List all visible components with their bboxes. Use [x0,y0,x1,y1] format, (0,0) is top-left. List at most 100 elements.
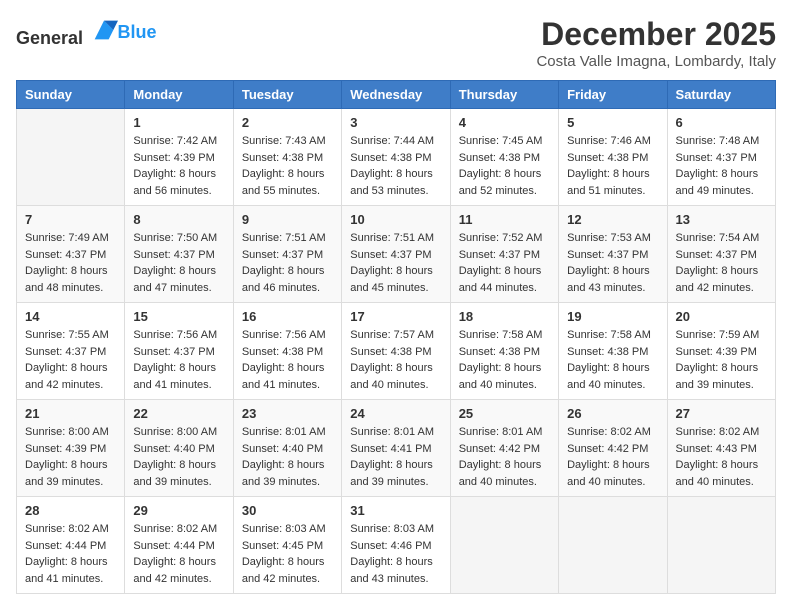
sunrise-text: Sunrise: 7:50 AM [133,232,217,244]
sunset-text: Sunset: 4:37 PM [350,249,431,261]
daylight-text: Daylight: 8 hours and 39 minutes. [25,459,108,488]
calendar-table: SundayMondayTuesdayWednesdayThursdayFrid… [16,80,776,594]
day-number: 4 [459,115,550,130]
calendar-cell: 24 Sunrise: 8:01 AM Sunset: 4:41 PM Dayl… [342,400,450,497]
day-info: Sunrise: 7:48 AM Sunset: 4:37 PM Dayligh… [676,133,767,199]
day-number: 22 [133,406,224,421]
day-number: 19 [567,309,658,324]
sunrise-text: Sunrise: 8:02 AM [133,523,217,535]
day-number: 24 [350,406,441,421]
calendar-cell: 28 Sunrise: 8:02 AM Sunset: 4:44 PM Dayl… [17,497,125,594]
calendar-cell: 11 Sunrise: 7:52 AM Sunset: 4:37 PM Dayl… [450,206,558,303]
weekday-header-friday: Friday [559,81,667,109]
day-info: Sunrise: 7:43 AM Sunset: 4:38 PM Dayligh… [242,133,333,199]
day-number: 30 [242,503,333,518]
calendar-cell: 2 Sunrise: 7:43 AM Sunset: 4:38 PM Dayli… [233,109,341,206]
daylight-text: Daylight: 8 hours and 40 minutes. [459,362,542,391]
calendar-cell: 20 Sunrise: 7:59 AM Sunset: 4:39 PM Dayl… [667,303,775,400]
logo: General Blue [16,16,157,49]
daylight-text: Daylight: 8 hours and 42 minutes. [242,556,325,585]
calendar-cell: 26 Sunrise: 8:02 AM Sunset: 4:42 PM Dayl… [559,400,667,497]
calendar-cell: 17 Sunrise: 7:57 AM Sunset: 4:38 PM Dayl… [342,303,450,400]
calendar-cell: 29 Sunrise: 8:02 AM Sunset: 4:44 PM Dayl… [125,497,233,594]
calendar-week-row: 28 Sunrise: 8:02 AM Sunset: 4:44 PM Dayl… [17,497,776,594]
sunset-text: Sunset: 4:42 PM [567,443,648,455]
day-info: Sunrise: 8:02 AM Sunset: 4:44 PM Dayligh… [25,521,116,587]
day-info: Sunrise: 8:01 AM Sunset: 4:41 PM Dayligh… [350,424,441,490]
calendar-cell: 16 Sunrise: 7:56 AM Sunset: 4:38 PM Dayl… [233,303,341,400]
sunrise-text: Sunrise: 7:49 AM [25,232,109,244]
daylight-text: Daylight: 8 hours and 40 minutes. [567,459,650,488]
title-area: December 2025 Costa Valle Imagna, Lombar… [536,16,776,70]
daylight-text: Daylight: 8 hours and 45 minutes. [350,265,433,294]
weekday-header-saturday: Saturday [667,81,775,109]
day-info: Sunrise: 7:44 AM Sunset: 4:38 PM Dayligh… [350,133,441,199]
day-info: Sunrise: 7:50 AM Sunset: 4:37 PM Dayligh… [133,230,224,296]
sunrise-text: Sunrise: 8:02 AM [567,426,651,438]
calendar-cell: 3 Sunrise: 7:44 AM Sunset: 4:38 PM Dayli… [342,109,450,206]
daylight-text: Daylight: 8 hours and 41 minutes. [242,362,325,391]
day-number: 8 [133,212,224,227]
calendar-cell: 21 Sunrise: 8:00 AM Sunset: 4:39 PM Dayl… [17,400,125,497]
sunset-text: Sunset: 4:43 PM [676,443,757,455]
daylight-text: Daylight: 8 hours and 42 minutes. [133,556,216,585]
sunset-text: Sunset: 4:37 PM [459,249,540,261]
sunset-text: Sunset: 4:38 PM [459,346,540,358]
day-number: 31 [350,503,441,518]
daylight-text: Daylight: 8 hours and 39 minutes. [133,459,216,488]
calendar-cell: 31 Sunrise: 8:03 AM Sunset: 4:46 PM Dayl… [342,497,450,594]
weekday-header-row: SundayMondayTuesdayWednesdayThursdayFrid… [17,81,776,109]
calendar-cell: 10 Sunrise: 7:51 AM Sunset: 4:37 PM Dayl… [342,206,450,303]
sunset-text: Sunset: 4:39 PM [676,346,757,358]
logo-icon [90,16,118,44]
sunset-text: Sunset: 4:39 PM [25,443,106,455]
sunrise-text: Sunrise: 7:55 AM [25,329,109,341]
day-info: Sunrise: 8:01 AM Sunset: 4:42 PM Dayligh… [459,424,550,490]
daylight-text: Daylight: 8 hours and 56 minutes. [133,168,216,197]
day-info: Sunrise: 8:00 AM Sunset: 4:39 PM Dayligh… [25,424,116,490]
day-number: 18 [459,309,550,324]
sunset-text: Sunset: 4:38 PM [567,152,648,164]
daylight-text: Daylight: 8 hours and 48 minutes. [25,265,108,294]
sunrise-text: Sunrise: 7:46 AM [567,135,651,147]
calendar-week-row: 7 Sunrise: 7:49 AM Sunset: 4:37 PM Dayli… [17,206,776,303]
sunset-text: Sunset: 4:42 PM [459,443,540,455]
calendar-cell: 25 Sunrise: 8:01 AM Sunset: 4:42 PM Dayl… [450,400,558,497]
sunrise-text: Sunrise: 7:51 AM [350,232,434,244]
daylight-text: Daylight: 8 hours and 53 minutes. [350,168,433,197]
daylight-text: Daylight: 8 hours and 43 minutes. [567,265,650,294]
sunrise-text: Sunrise: 7:51 AM [242,232,326,244]
day-number: 2 [242,115,333,130]
sunset-text: Sunset: 4:38 PM [242,152,323,164]
daylight-text: Daylight: 8 hours and 41 minutes. [133,362,216,391]
daylight-text: Daylight: 8 hours and 41 minutes. [25,556,108,585]
day-number: 15 [133,309,224,324]
daylight-text: Daylight: 8 hours and 39 minutes. [676,362,759,391]
daylight-text: Daylight: 8 hours and 40 minutes. [459,459,542,488]
day-info: Sunrise: 7:58 AM Sunset: 4:38 PM Dayligh… [459,327,550,393]
daylight-text: Daylight: 8 hours and 40 minutes. [676,459,759,488]
sunset-text: Sunset: 4:46 PM [350,540,431,552]
calendar-cell: 4 Sunrise: 7:45 AM Sunset: 4:38 PM Dayli… [450,109,558,206]
day-info: Sunrise: 7:49 AM Sunset: 4:37 PM Dayligh… [25,230,116,296]
sunset-text: Sunset: 4:44 PM [133,540,214,552]
sunset-text: Sunset: 4:39 PM [133,152,214,164]
calendar-cell [667,497,775,594]
day-info: Sunrise: 7:58 AM Sunset: 4:38 PM Dayligh… [567,327,658,393]
sunset-text: Sunset: 4:37 PM [133,346,214,358]
sunset-text: Sunset: 4:38 PM [567,346,648,358]
day-number: 10 [350,212,441,227]
sunset-text: Sunset: 4:38 PM [459,152,540,164]
month-title: December 2025 [536,16,776,53]
sunrise-text: Sunrise: 7:48 AM [676,135,760,147]
day-info: Sunrise: 8:01 AM Sunset: 4:40 PM Dayligh… [242,424,333,490]
daylight-text: Daylight: 8 hours and 42 minutes. [676,265,759,294]
calendar-cell: 8 Sunrise: 7:50 AM Sunset: 4:37 PM Dayli… [125,206,233,303]
day-info: Sunrise: 7:57 AM Sunset: 4:38 PM Dayligh… [350,327,441,393]
daylight-text: Daylight: 8 hours and 44 minutes. [459,265,542,294]
day-info: Sunrise: 7:59 AM Sunset: 4:39 PM Dayligh… [676,327,767,393]
sunset-text: Sunset: 4:44 PM [25,540,106,552]
day-info: Sunrise: 8:02 AM Sunset: 4:43 PM Dayligh… [676,424,767,490]
weekday-header-monday: Monday [125,81,233,109]
sunrise-text: Sunrise: 7:59 AM [676,329,760,341]
